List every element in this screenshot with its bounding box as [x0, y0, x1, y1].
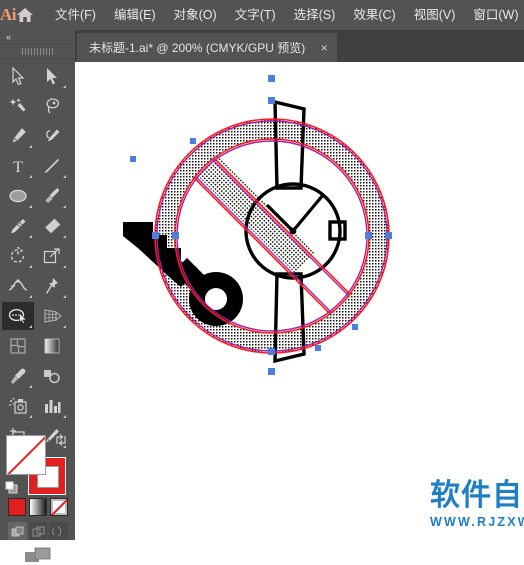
anchor-point[interactable] [268, 348, 275, 355]
close-icon[interactable]: × [317, 41, 331, 55]
document-tab-bar: 未标题-1.ai* @ 200% (CMYK/GPU 预览) × [75, 30, 524, 62]
selection-tool[interactable] [2, 62, 34, 90]
magic-wand-tool[interactable] [2, 92, 34, 120]
direct-selection-tool[interactable] [36, 62, 68, 90]
svg-text:T: T [13, 159, 23, 175]
free-transform-pin-tool[interactable] [36, 272, 68, 300]
mesh-tool[interactable] [2, 332, 34, 360]
paintbrush-tool[interactable] [36, 182, 68, 210]
color-mode-buttons [8, 498, 68, 516]
tool-flyout-indicator [63, 265, 66, 268]
prohibition-ring-fill [75, 62, 524, 540]
tool-flyout-indicator [63, 325, 66, 328]
watch-center-pin [289, 227, 297, 235]
anchor-point[interactable] [365, 232, 372, 239]
menu-item-file[interactable]: 文件(F) [46, 0, 105, 30]
menu-item-list: 文件(F) 编辑(E) 对象(O) 文字(T) 选择(S) 效果(C) 视图(V… [46, 0, 524, 30]
tool-flyout-indicator [63, 205, 66, 208]
tools-panel: « T [0, 30, 75, 562]
pen-tool[interactable] [2, 122, 34, 150]
anchor-point[interactable] [172, 232, 179, 239]
curvature-tool[interactable] [36, 122, 68, 150]
anchor-point[interactable] [352, 324, 358, 330]
app-logo: Ai [0, 5, 17, 24]
blend-tool[interactable] [36, 362, 68, 390]
color-mode-button[interactable] [8, 498, 26, 516]
shaper-pencil-tool[interactable] [2, 212, 34, 240]
double-chevron-left-icon: « [6, 31, 11, 42]
menu-item-object[interactable]: 对象(O) [165, 0, 226, 30]
draw-behind-button[interactable] [28, 522, 48, 540]
artwork-no-watch-sign[interactable] [75, 62, 524, 540]
eyedropper-tool[interactable] [2, 362, 34, 390]
tool-grid: T [2, 59, 74, 482]
tool-flyout-indicator [63, 295, 66, 298]
scale-free-transform-tool[interactable] [36, 242, 68, 270]
gradient-tool[interactable] [36, 332, 68, 360]
eraser-tool[interactable] [36, 212, 68, 240]
menu-bar: Ai 文件(F) 编辑(E) 对象(O) 文字(T) 选择(S) 效果(C) 视… [0, 0, 524, 30]
menu-item-view[interactable]: 视图(V) [405, 0, 465, 30]
tool-flyout-indicator [29, 145, 32, 148]
shape-builder-tool[interactable] [2, 302, 34, 330]
column-graph-tool[interactable] [36, 392, 68, 420]
fill-swatch[interactable] [6, 435, 46, 475]
draw-inside-button[interactable] [49, 522, 69, 540]
swap-fill-stroke-icon[interactable] [54, 433, 68, 447]
tool-flyout-indicator [63, 85, 66, 88]
home-icon[interactable] [16, 0, 34, 30]
document-canvas[interactable]: 软件自学网 WWW.RJZXW.COM [75, 62, 524, 540]
tool-flyout-indicator [29, 385, 32, 388]
tool-flyout-indicator [63, 415, 66, 418]
lasso-tool[interactable] [36, 92, 68, 120]
menu-item-select[interactable]: 选择(S) [285, 0, 345, 30]
tool-flyout-indicator [29, 265, 32, 268]
perspective-grid-tool[interactable] [36, 302, 68, 330]
anchor-point[interactable] [268, 368, 275, 375]
menu-item-window[interactable]: 窗口(W) [464, 0, 524, 30]
tool-flyout-indicator [29, 295, 32, 298]
rotate-tool[interactable] [2, 242, 34, 270]
width-warp-tool[interactable] [2, 272, 34, 300]
type-tool[interactable]: T [2, 152, 34, 180]
illustrator-window: Ai 文件(F) 编辑(E) 对象(O) 文字(T) 选择(S) 效果(C) 视… [0, 0, 524, 562]
tool-flyout-indicator [29, 415, 32, 418]
document-tab[interactable]: 未标题-1.ai* @ 200% (CMYK/GPU 预览) × [77, 33, 338, 62]
tool-flyout-indicator [63, 235, 66, 238]
draw-normal-button[interactable] [8, 522, 27, 540]
change-screen-mode-button[interactable] [22, 545, 54, 565]
anchor-point[interactable] [152, 232, 159, 239]
tool-flyout-indicator [29, 235, 32, 238]
drawing-mode-buttons [8, 522, 69, 540]
none-slash-icon [7, 436, 45, 474]
tool-flyout-indicator [29, 175, 32, 178]
fill-stroke-controls [5, 433, 68, 495]
ellipse-tool[interactable] [2, 182, 34, 210]
anchor-point[interactable] [315, 345, 321, 351]
symbol-sprayer-tool[interactable] [2, 392, 34, 420]
document-tab-title: 未标题-1.ai* @ 200% (CMYK/GPU 预览) [89, 41, 306, 55]
menu-item-type[interactable]: 文字(T) [226, 0, 285, 30]
collapse-panel-button[interactable]: « [0, 30, 75, 44]
anchor-point[interactable] [268, 75, 275, 82]
line-segment-tool[interactable] [36, 152, 68, 180]
none-mode-button[interactable] [50, 498, 68, 516]
none-slash-icon [51, 499, 67, 515]
anchor-point[interactable] [385, 232, 392, 239]
anchor-point[interactable] [130, 156, 136, 162]
anchor-point[interactable] [268, 97, 275, 104]
panel-drag-grip[interactable] [0, 44, 75, 59]
anchor-point[interactable] [190, 138, 196, 144]
menu-item-edit[interactable]: 编辑(E) [105, 0, 165, 30]
tool-flyout-indicator [29, 325, 32, 328]
tool-flyout-indicator [29, 205, 32, 208]
default-fill-stroke-icon[interactable] [5, 481, 19, 495]
menu-item-effect[interactable]: 效果(C) [344, 0, 404, 30]
tool-flyout-indicator [63, 175, 66, 178]
gradient-mode-button[interactable] [29, 498, 47, 516]
